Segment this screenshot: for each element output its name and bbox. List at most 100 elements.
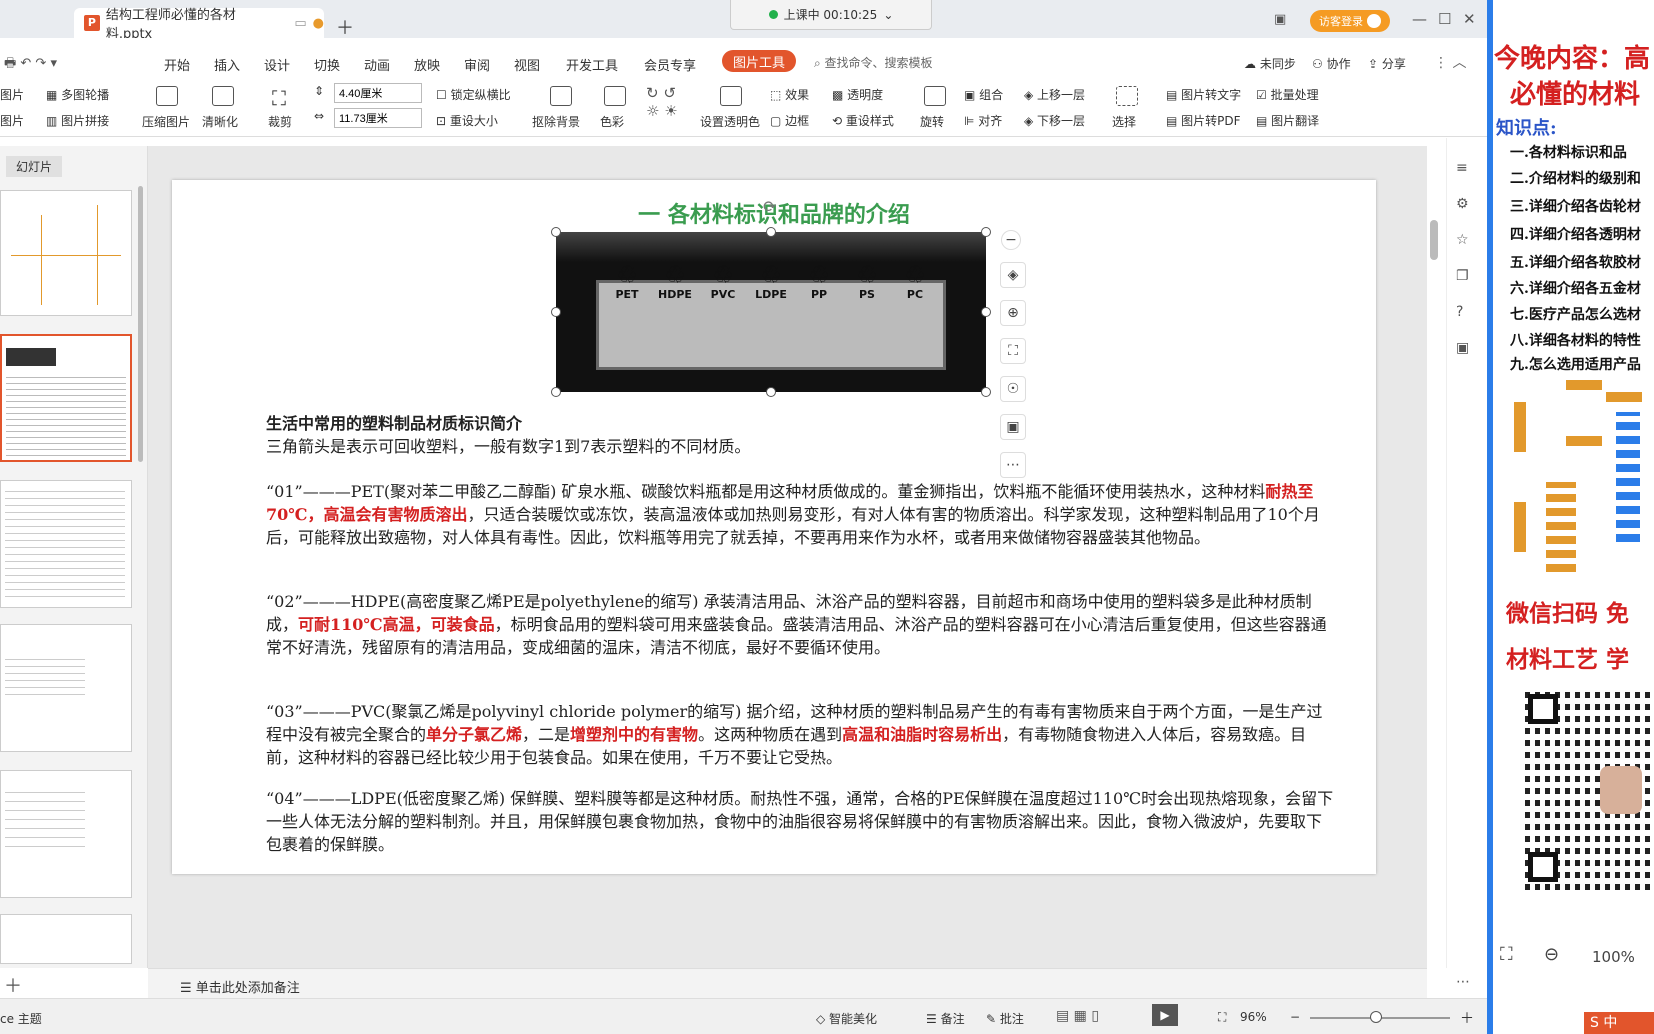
recycling-symbols-photo[interactable]: ♲ PET ♲ HDPE ♲ PVC ♲ LDPE ♲ PP ♲ PS ♲ PC: [556, 232, 986, 392]
lock-ratio-checkbox[interactable]: ☐ 锁定纵横比: [436, 86, 511, 103]
ribbon-picture-2[interactable]: 图片: [0, 112, 24, 129]
zoom-in-button[interactable]: ＋: [1460, 1008, 1474, 1028]
translate-button[interactable]: ▤ 图片翻译: [1256, 112, 1319, 129]
minimize-button[interactable]: —: [1412, 10, 1427, 28]
maximize-button[interactable]: ☐: [1438, 10, 1451, 28]
resize-handle-w[interactable]: [551, 307, 561, 317]
intro-text[interactable]: 三角箭头是表示可回收塑料，一般有数字1到7表示塑料的不同材质。: [266, 435, 1336, 458]
search-box[interactable]: ⌕ 查找命令、搜索模板: [814, 54, 933, 71]
comment-button[interactable]: ✎ 批注: [986, 1010, 1024, 1027]
select-icon[interactable]: [1116, 86, 1138, 106]
notes-pane[interactable]: ☰ 单击此处添加备注: [148, 968, 1427, 998]
zoom-out-icon[interactable]: ⊖: [1544, 944, 1559, 965]
layers-icon[interactable]: ◈: [1000, 262, 1026, 288]
width-field[interactable]: [334, 108, 422, 128]
group-button[interactable]: ▣ 组合: [964, 86, 1003, 103]
crop-icon[interactable]: ⛶: [272, 86, 286, 110]
slide[interactable]: 一 各材料标识和品牌的介绍 ♲ PET ♲ HDPE ♲ PVC ♲ LDPE ♲ PP …: [172, 180, 1376, 874]
remarks-button[interactable]: ☰ 备注: [926, 1010, 965, 1027]
to-pdf-button[interactable]: ▤ 图片转PDF: [1166, 112, 1241, 129]
idea-icon[interactable]: ☉: [1000, 376, 1026, 402]
theme-label[interactable]: ce 主题: [0, 1010, 42, 1027]
menu-insert[interactable]: 插入: [214, 55, 240, 74]
slide-thumbnail-6[interactable]: [0, 914, 132, 964]
color-label[interactable]: 色彩: [600, 113, 624, 130]
rotate-adjust-icons[interactable]: ↻ ↺ ☼ ☀: [646, 84, 678, 120]
rotate-icon[interactable]: [924, 86, 946, 106]
image-convert-icon[interactable]: ▣: [1000, 414, 1026, 440]
height-field[interactable]: [334, 83, 422, 103]
resize-handle-se[interactable]: [981, 387, 991, 397]
menu-slideshow[interactable]: 放映: [414, 55, 440, 74]
menu-animation[interactable]: 动画: [364, 55, 390, 74]
resize-handle-ne[interactable]: [981, 227, 991, 237]
to-text-button[interactable]: ▤ 图片转文字: [1166, 86, 1241, 103]
clarity-icon[interactable]: [212, 86, 234, 106]
quick-access-icons[interactable]: 🖶 ↶ ↷ ▾: [4, 54, 57, 76]
batch-button[interactable]: ☑ 批量处理: [1256, 86, 1319, 103]
menu-transition[interactable]: 切换: [314, 55, 340, 74]
sync-status[interactable]: ☁ 未同步: [1244, 55, 1296, 72]
multi-carousel-button[interactable]: ▦ 多图轮播: [46, 86, 109, 103]
clarity-label[interactable]: 清晰化: [202, 113, 238, 130]
resize-button[interactable]: ⊡ 重设大小: [436, 112, 498, 129]
section-subtitle[interactable]: 生活中常用的塑料制品材质标识简介: [266, 412, 1336, 435]
more-options-icon[interactable]: ⋯: [1000, 452, 1026, 478]
transparency-button[interactable]: ▩ 透明度: [832, 86, 883, 103]
send-backward-button[interactable]: ◈ 下移一层: [1024, 112, 1085, 129]
class-timer[interactable]: 上课中 00:10:25 ⌄: [730, 0, 932, 30]
crop-tool-icon[interactable]: ⛶: [1000, 338, 1026, 364]
slides-panel-tab[interactable]: 幻灯片: [6, 156, 63, 177]
effect-button[interactable]: ⬚ 效果: [770, 86, 809, 103]
crop-label[interactable]: 裁剪: [268, 113, 292, 130]
paragraph-ldpe[interactable]: “04”———LDPE(低密度聚乙烯) 保鲜膜、塑料膜等都是这种材质。耐热性不强…: [266, 787, 1336, 856]
rotate-handle-icon[interactable]: ⟳: [763, 197, 776, 216]
resize-handle-n[interactable]: [766, 227, 776, 237]
border-button[interactable]: ▢ 边框: [770, 112, 809, 129]
more-icon[interactable]: ⋯: [1456, 974, 1470, 990]
right-tool-icons[interactable]: ≡ ⚙ ☆ ❐? ▣: [1456, 150, 1469, 366]
canvas-scrollbar[interactable]: [1430, 220, 1438, 260]
menu-member[interactable]: 会员专享: [644, 55, 696, 74]
menu-review[interactable]: 审阅: [464, 55, 490, 74]
share-button[interactable]: ⇪ 分享: [1368, 55, 1406, 72]
fit-window-icon[interactable]: ⛶: [1500, 944, 1513, 965]
tab-pin-icon[interactable]: ▭: [294, 16, 306, 31]
resize-handle-s[interactable]: [766, 387, 776, 397]
align-button[interactable]: ⊫ 对齐: [964, 112, 1002, 129]
splice-button[interactable]: ▥ 图片拼接: [46, 112, 109, 129]
ribbon-picture[interactable]: 图片: [0, 86, 24, 103]
transparent-color-icon[interactable]: [720, 86, 742, 106]
screen-icon[interactable]: ▣: [1274, 12, 1286, 27]
menu-developer[interactable]: 开发工具: [566, 55, 618, 74]
zoom-slider-thumb[interactable]: [1370, 1011, 1382, 1023]
collapse-icon[interactable]: −: [1001, 230, 1021, 250]
more-menu-icon[interactable]: ⋮ ︿: [1434, 52, 1466, 72]
menu-home[interactable]: 开始: [164, 55, 190, 74]
slide-thumbnail-4[interactable]: [0, 624, 132, 752]
smart-beautify-button[interactable]: ◇ 智能美化: [816, 1010, 877, 1027]
compress-icon[interactable]: [156, 86, 178, 106]
compress-label[interactable]: 压缩图片: [142, 113, 190, 130]
resize-handle-e[interactable]: [981, 307, 991, 317]
slide-thumbnail-5[interactable]: [0, 770, 132, 898]
menu-design[interactable]: 设计: [264, 55, 290, 74]
tab-picture-tools[interactable]: 图片工具: [722, 50, 796, 72]
view-mode-icons[interactable]: ▤ ▦ ▯: [1056, 1008, 1099, 1024]
zoom-level[interactable]: 96%: [1240, 1010, 1267, 1024]
close-button[interactable]: ✕: [1463, 10, 1476, 28]
resize-handle-nw[interactable]: [551, 227, 561, 237]
paragraph-pet[interactable]: “01”———PET(聚对苯二甲酸乙二醇酯) 矿泉水瓶、碳酸饮料瓶都是用这种材质…: [266, 480, 1336, 549]
slide-thumbnail-1[interactable]: [0, 190, 132, 316]
color-icon[interactable]: [604, 86, 626, 106]
resize-handle-sw[interactable]: [551, 387, 561, 397]
select-label[interactable]: 选择: [1112, 113, 1136, 130]
document-tab[interactable]: P 结构工程师必懂的各材料.pptx ▭ ●: [74, 8, 324, 42]
ime-indicator[interactable]: S 中: [1584, 1012, 1654, 1034]
zoom-in-icon[interactable]: ⊕: [1000, 300, 1026, 326]
fit-icon[interactable]: ⛶: [1218, 1010, 1226, 1025]
remove-bg-icon[interactable]: [550, 86, 572, 106]
rotate-label[interactable]: 旋转: [920, 113, 944, 130]
menu-view[interactable]: 视图: [514, 55, 540, 74]
remove-bg-label[interactable]: 抠除背景: [532, 113, 580, 130]
